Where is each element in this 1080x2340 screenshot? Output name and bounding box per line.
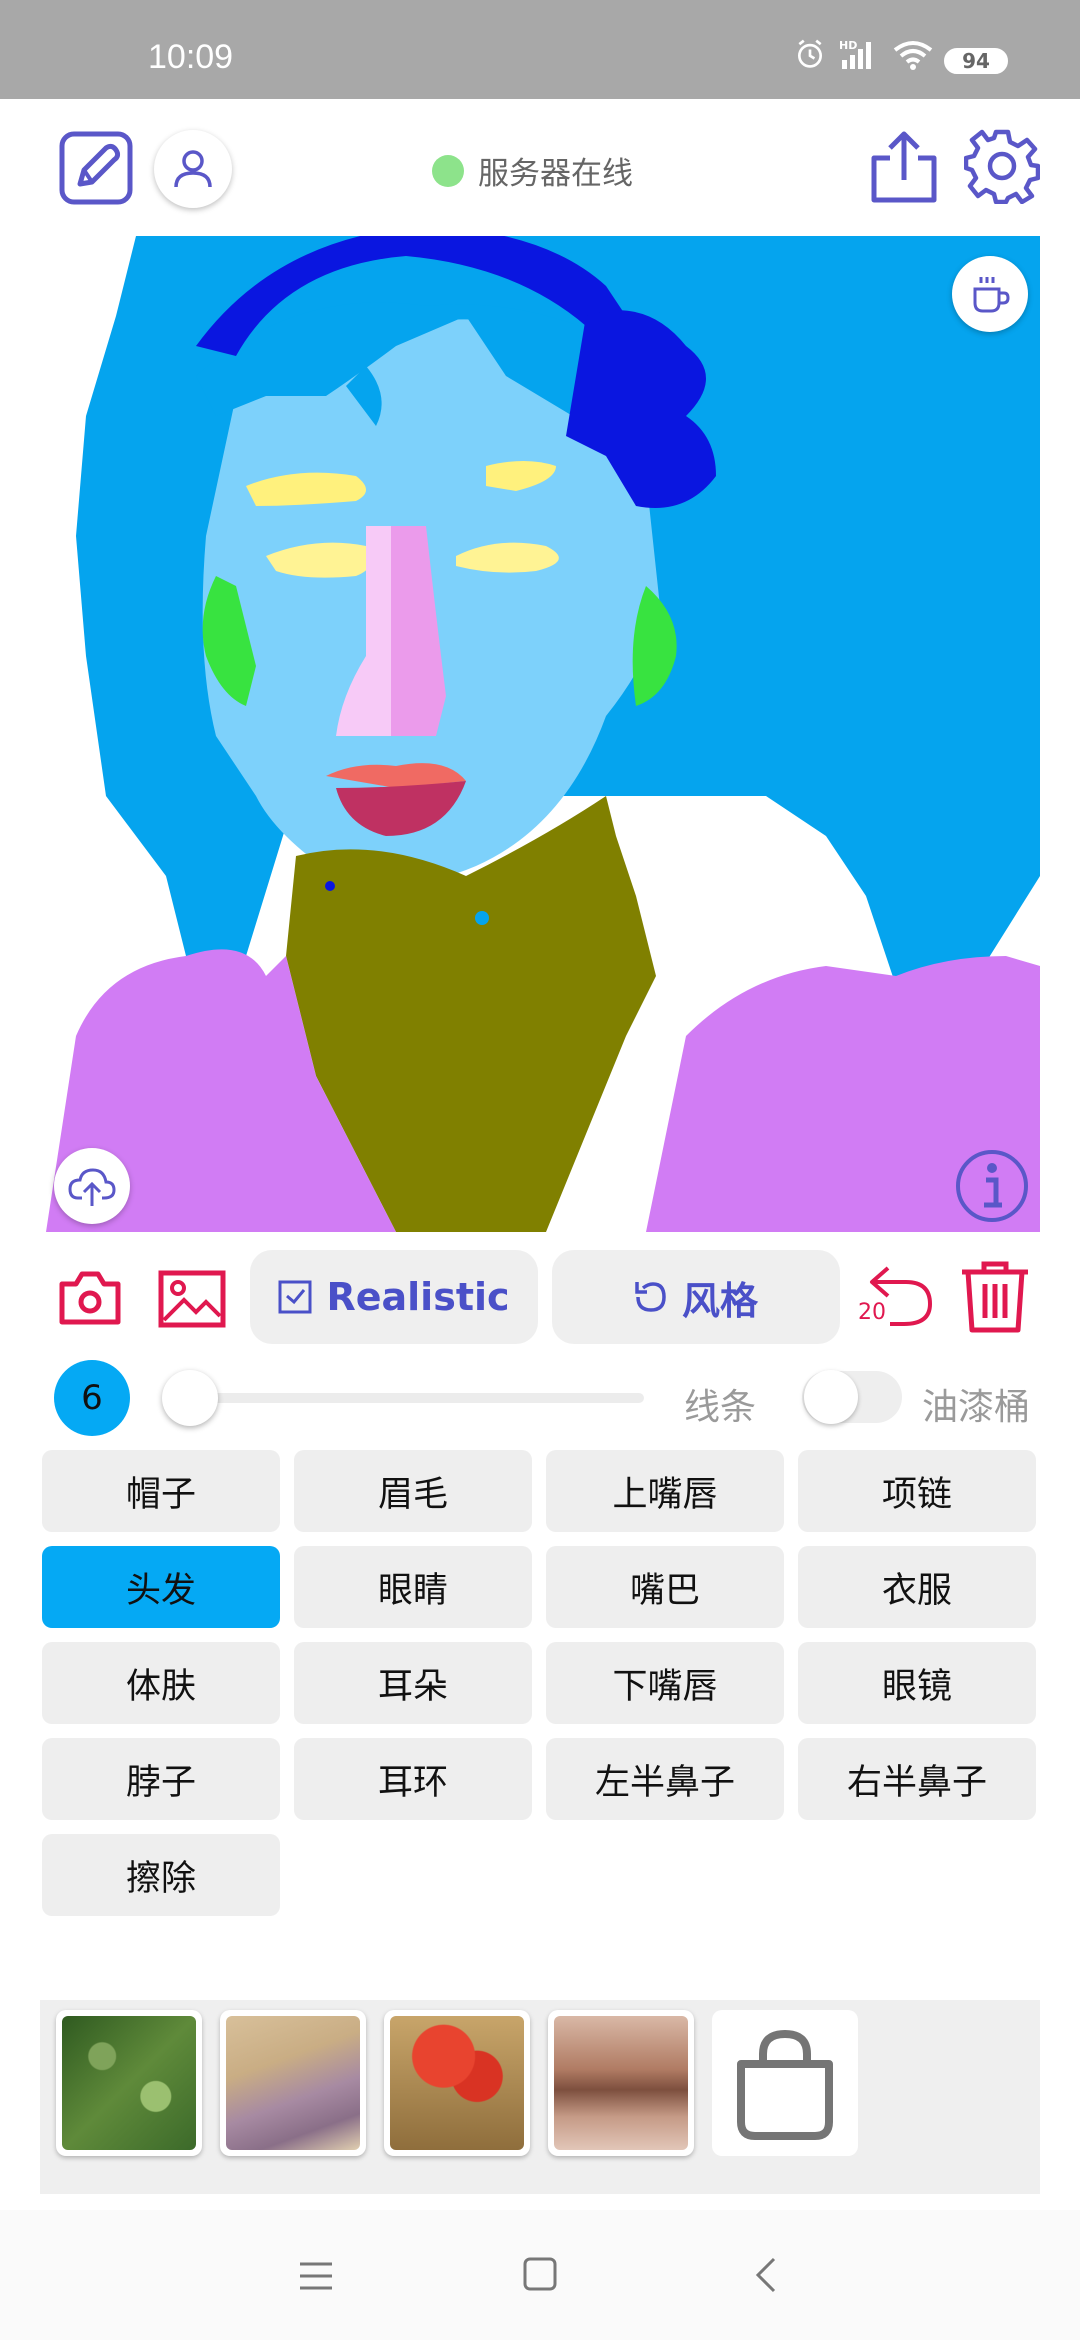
label-text: 下嘴唇 [612,1666,718,1707]
label-hair[interactable]: 头发 [42,1546,280,1628]
realistic-label: Realistic [326,1275,510,1319]
label-mouth[interactable]: 嘴巴 [546,1546,784,1628]
label-text: 体肤 [125,1666,196,1707]
shop-button[interactable] [712,2010,858,2156]
label-skin[interactable]: 体肤 [42,1642,280,1724]
user-icon [174,150,212,188]
cloud-upload-icon [68,1168,116,1206]
label-hat[interactable]: 帽子 [42,1450,280,1532]
settings-icon[interactable] [964,128,1040,204]
cloud-upload-button[interactable] [54,1148,130,1224]
label-neck[interactable]: 脖子 [42,1738,280,1820]
wifi-icon [893,41,933,70]
label-upper-lip[interactable]: 上嘴唇 [546,1450,784,1532]
undo-count: 20 [858,1300,886,1325]
paint-bucket-label: 油漆桶 [922,1387,1031,1428]
label-text: 帽子 [125,1474,196,1515]
label-text: 项链 [881,1474,952,1515]
style-thumbnail-red[interactable] [384,2010,530,2156]
image-icon[interactable] [158,1270,226,1328]
label-clothes[interactable]: 衣服 [798,1546,1036,1628]
server-status-dot [432,154,464,187]
info-icon[interactable] [954,1148,1030,1224]
coffee-icon [973,277,1010,313]
status-time: 10:09 [148,38,234,76]
home-icon[interactable] [522,2256,558,2292]
coffee-button[interactable] [952,256,1028,332]
svg-text:HD: HD [839,39,857,52]
server-status-text: 服务器在线 [478,156,633,192]
brush-size-slider-thumb[interactable] [162,1370,218,1426]
label-text: 眼睛 [377,1570,448,1611]
label-text: 眼镜 [881,1666,952,1707]
drawing-canvas[interactable] [46,236,1040,1232]
label-right-nose[interactable]: 右半鼻子 [798,1738,1036,1820]
style-button[interactable]: 风格 [552,1250,840,1344]
label-eraser[interactable]: 擦除 [42,1834,280,1916]
label-eyebrows[interactable]: 眉毛 [294,1450,532,1532]
edit-icon[interactable] [58,130,134,206]
label-text: 头发 [125,1570,196,1611]
label-glasses[interactable]: 眼镜 [798,1642,1036,1724]
label-text: 嘴巴 [629,1570,700,1611]
alarm-icon [798,39,822,68]
label-text: 衣服 [881,1570,952,1611]
label-text: 眉毛 [377,1474,448,1515]
menu-icon[interactable] [298,2260,334,2292]
paint-bucket-toggle-knob[interactable] [804,1370,858,1424]
checkbox-icon [278,1280,312,1314]
label-lower-lip[interactable]: 下嘴唇 [546,1642,784,1724]
label-text: 左半鼻子 [594,1762,735,1803]
style-thumbnail-sketch[interactable] [220,2010,366,2156]
style-thumbnail-blur[interactable] [548,2010,694,2156]
label-text: 右半鼻子 [846,1762,987,1803]
style-label: 风格 [681,1278,758,1323]
label-text: 耳环 [377,1762,448,1803]
brush-size-indicator: 6 [54,1360,130,1436]
camera-icon[interactable] [58,1270,122,1326]
label-text: 耳朵 [377,1666,448,1707]
line-mode-label: 线条 [684,1387,757,1428]
label-text: 擦除 [125,1858,196,1899]
refresh-icon [635,1282,666,1312]
label-left-nose[interactable]: 左半鼻子 [546,1738,784,1820]
server-status: 服务器在线 [432,148,633,193]
label-ears[interactable]: 耳朵 [294,1642,532,1724]
label-eyes[interactable]: 眼睛 [294,1546,532,1628]
hd-signal-icon: HD [839,39,871,69]
brush-size-slider-track[interactable] [188,1393,644,1403]
label-necklace[interactable]: 项链 [798,1450,1036,1532]
trash-icon[interactable] [960,1260,1030,1334]
share-icon[interactable] [866,128,942,204]
style-thumbnail-green[interactable] [56,2010,202,2156]
back-icon[interactable] [752,2256,780,2294]
label-text: 上嘴唇 [612,1474,718,1515]
battery-icon: 94 [944,48,1008,74]
user-button[interactable] [154,130,232,208]
shopping-bag-icon [737,2029,833,2140]
label-text: 脖子 [125,1762,196,1803]
segmentation-sketch[interactable] [46,236,1040,1232]
realistic-button[interactable]: Realistic [250,1250,538,1344]
label-earrings[interactable]: 耳环 [294,1738,532,1820]
